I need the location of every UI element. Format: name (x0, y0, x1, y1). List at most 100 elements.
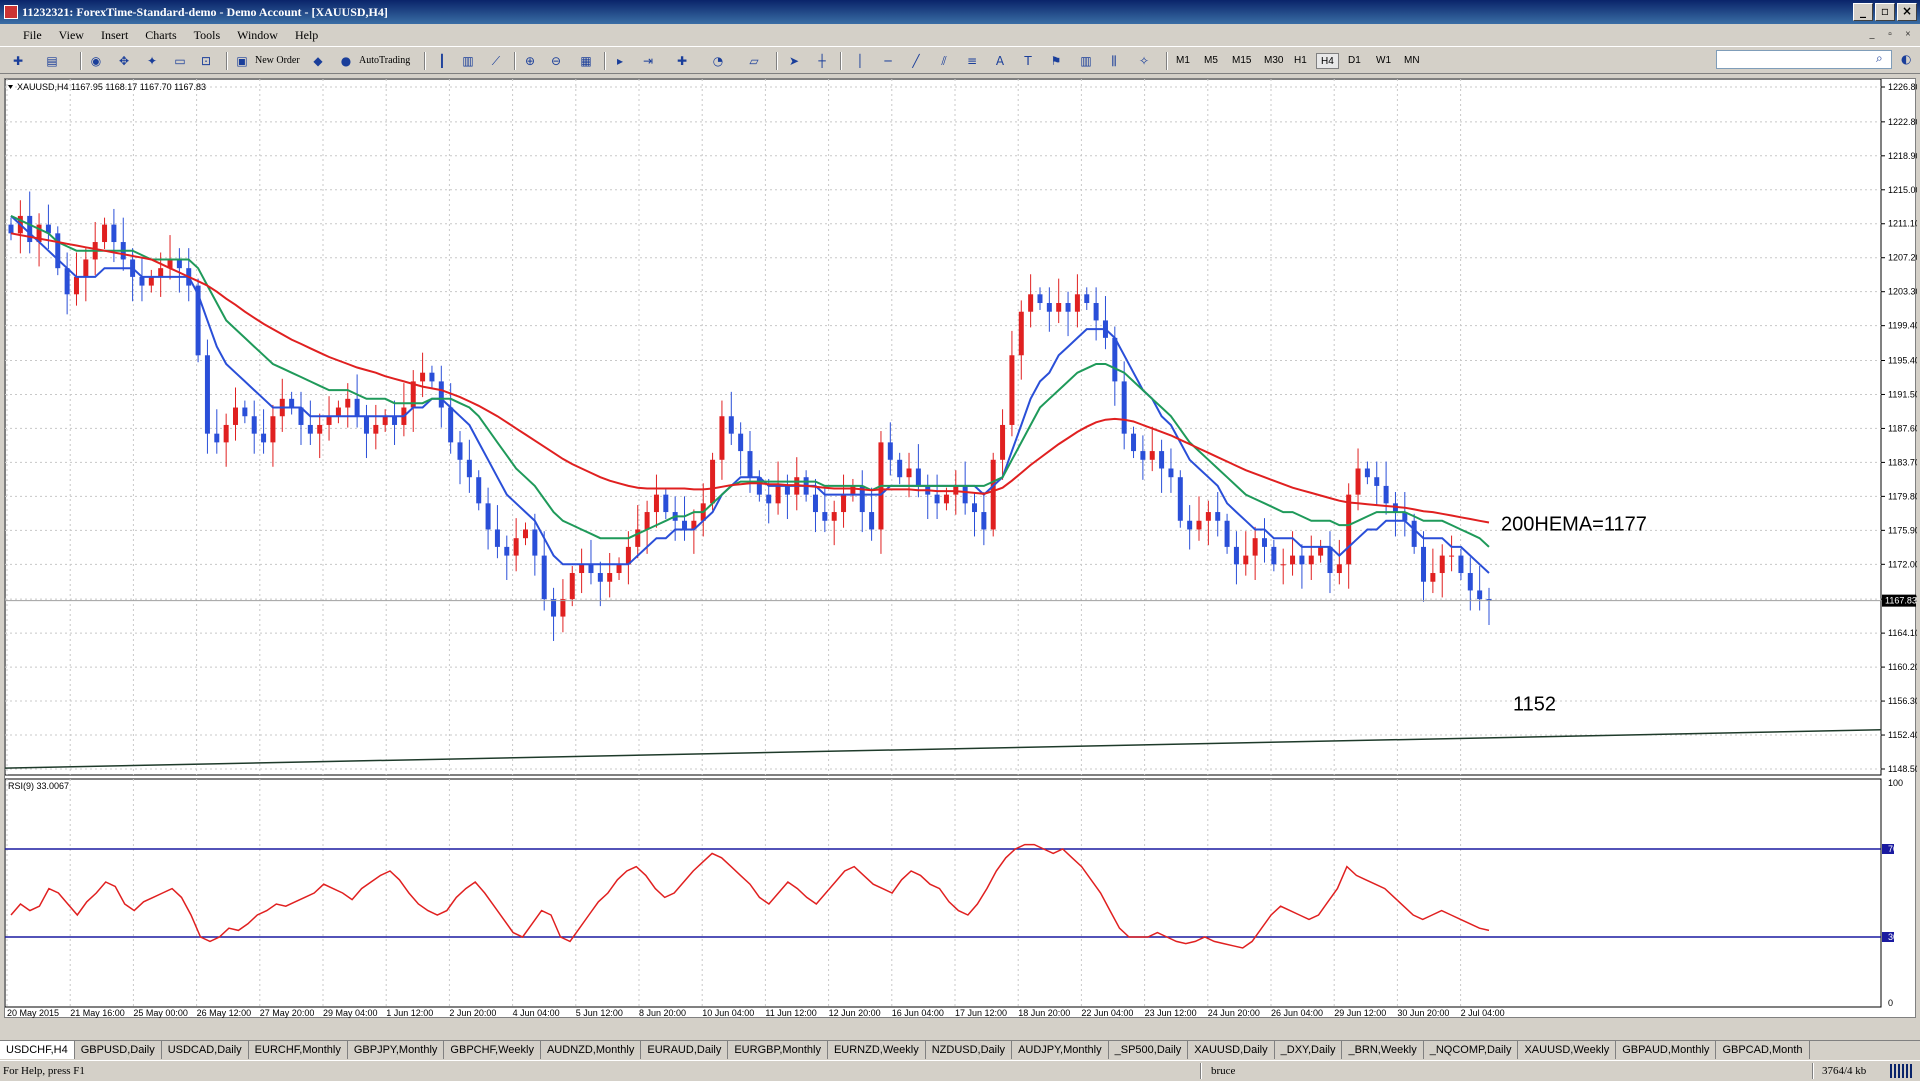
search-input[interactable] (1716, 50, 1892, 69)
market-watch-icon[interactable]: ◉ (88, 53, 104, 69)
chart-tab[interactable]: USDCHF,H4 (0, 1041, 75, 1059)
candle-body (551, 599, 557, 617)
menu-file[interactable]: File (16, 24, 49, 46)
arrows-icon[interactable]: ⚑ (1048, 53, 1064, 69)
timeframe-m1[interactable]: M1 (1172, 53, 1194, 69)
chart-canvas[interactable]: 1226.80 1222.80 1218.90 1215.00 1211.10 1207.… (5, 79, 1917, 1019)
candle-body (504, 546, 510, 556)
child-restore-button[interactable]: ▫ (1882, 27, 1898, 42)
timeframe-m30[interactable]: M30 (1260, 53, 1287, 69)
chart-tab[interactable]: USDCAD,Daily (162, 1041, 249, 1059)
minimize-button[interactable]: _ (1853, 3, 1873, 21)
fibonacci-icon[interactable]: ≡ (964, 53, 980, 69)
candle-body (728, 416, 734, 434)
chart-tab[interactable]: EURNZD,Weekly (828, 1041, 926, 1059)
chart-tab[interactable]: NZDUSD,Daily (926, 1041, 1013, 1059)
timeframe-mn[interactable]: MN (1400, 53, 1424, 69)
zoom-out-icon[interactable]: ⊖ (548, 53, 564, 69)
time-axis-label: 29 Jun 12:00 (1334, 1008, 1386, 1018)
new-chart-icon[interactable]: ✚ (10, 53, 26, 69)
menu-help[interactable]: Help (288, 24, 325, 46)
menu-window[interactable]: Window (230, 24, 285, 46)
chart-tab[interactable]: EURAUD,Daily (641, 1041, 729, 1059)
menu-insert[interactable]: Insert (94, 24, 135, 46)
timeframe-d1[interactable]: D1 (1344, 53, 1365, 69)
maximize-button[interactable]: ▫ (1875, 3, 1895, 21)
chart-tab[interactable]: _DXY,Daily (1275, 1041, 1343, 1059)
metaeditor-icon[interactable]: ◆ (310, 53, 326, 69)
candle-body (1327, 546, 1333, 574)
child-minimize-button[interactable]: _ (1864, 27, 1880, 42)
trendline-icon[interactable]: ╱ (908, 53, 924, 69)
annotation-200hema[interactable]: 200HEMA=1177 (1501, 513, 1647, 535)
candle-body (869, 512, 875, 530)
cursor-icon[interactable]: ➤ (786, 53, 802, 69)
navigator-icon[interactable]: ✥ (116, 53, 132, 69)
strategy-tester-icon[interactable]: ⊡ (198, 53, 214, 69)
timeframe-m15[interactable]: M15 (1228, 53, 1255, 69)
chart-tab[interactable]: _NQCOMP,Daily (1424, 1041, 1519, 1059)
templates-icon[interactable]: ▱ (746, 53, 762, 69)
close-button[interactable]: × (1897, 3, 1917, 21)
crosshair-icon[interactable]: ┼ (814, 53, 830, 69)
chart-tab[interactable]: GBPCAD,Month (1716, 1041, 1810, 1059)
timeframe-h4[interactable]: H4 (1316, 53, 1339, 69)
new-order-icon[interactable]: ▣ (234, 53, 250, 69)
vertical-line-icon[interactable]: │ (852, 53, 868, 69)
timeframe-h1[interactable]: H1 (1290, 53, 1311, 69)
chart-window[interactable]: 1226.80 1222.80 1218.90 1215.00 1211.10 1207.… (4, 78, 1917, 1019)
gann-icon[interactable]: ▥ (1078, 53, 1094, 69)
chart-tab[interactable]: AUDJPY,Monthly (1012, 1041, 1109, 1059)
chart-tab[interactable]: EURGBP,Monthly (728, 1041, 828, 1059)
community-icon[interactable]: ◐ (1901, 52, 1911, 66)
indicators-icon[interactable]: ✚ (674, 53, 690, 69)
menu-view[interactable]: View (52, 24, 91, 46)
price-axis-label: 1218.90 (1888, 151, 1917, 161)
equidistant-channel-icon[interactable]: ⫽ (936, 53, 952, 69)
timeframe-m5[interactable]: M5 (1200, 53, 1222, 69)
text-icon[interactable]: A (992, 53, 1008, 69)
search-icon[interactable]: ⌕ (1876, 51, 1883, 66)
chart-tab[interactable]: GBPCHF,Weekly (444, 1041, 541, 1059)
chart-tab[interactable]: _BRN,Weekly (1342, 1041, 1424, 1059)
menu-tools[interactable]: Tools (187, 24, 228, 46)
line-chart-icon[interactable]: ⟋ (488, 53, 504, 69)
chart-tab[interactable]: GBPAUD,Monthly (1616, 1041, 1717, 1059)
tile-windows-icon[interactable]: ▦ (578, 53, 594, 69)
time-axis-label: 23 Jun 12:00 (1145, 1008, 1197, 1018)
periods-icon[interactable]: ◔ (710, 53, 726, 69)
candlestick-icon[interactable]: ▥ (460, 53, 476, 69)
profiles-icon[interactable]: ▤ (44, 53, 60, 69)
candle-body (270, 416, 276, 443)
candle-body (1037, 294, 1043, 304)
chart-tab[interactable]: _SP500,Daily (1109, 1041, 1189, 1059)
time-axis-label: 30 Jun 20:00 (1397, 1008, 1449, 1018)
horizontal-line-icon[interactable]: ─ (880, 53, 896, 69)
menu-charts[interactable]: Charts (138, 24, 183, 46)
chart-tab[interactable]: AUDNZD,Monthly (541, 1041, 642, 1059)
new-order-button[interactable]: New Order (255, 51, 300, 71)
annotation-1152[interactable]: 1152 (1513, 694, 1556, 716)
data-window-icon[interactable]: ✦ (144, 53, 160, 69)
zoom-in-icon[interactable]: ⊕ (522, 53, 538, 69)
chart-shift-icon[interactable]: ⇥ (640, 53, 656, 69)
shapes-icon[interactable]: ✧ (1136, 53, 1152, 69)
chart-tab[interactable]: GBPJPY,Monthly (348, 1041, 445, 1059)
time-axis-label: 11 Jun 12:00 (765, 1008, 816, 1018)
fibo-fan-icon[interactable]: ⫼ (1106, 53, 1122, 69)
terminal-icon[interactable]: ▭ (172, 53, 188, 69)
text-label-icon[interactable]: T (1020, 53, 1036, 69)
autotrading-button[interactable]: AutoTrading (359, 51, 410, 71)
chart-tab[interactable]: EURCHF,Monthly (249, 1041, 348, 1059)
chart-tab[interactable]: XAUUSD,Weekly (1518, 1041, 1617, 1059)
auto-scroll-icon[interactable]: ▸ (612, 53, 628, 69)
chart-tab[interactable]: GBPUSD,Daily (75, 1041, 162, 1059)
chart-tab[interactable]: XAUUSD,Daily (1188, 1041, 1275, 1059)
main-panel[interactable] (5, 79, 1882, 776)
candle-body (1028, 294, 1034, 312)
bar-chart-icon[interactable]: ┃ (434, 53, 450, 69)
candle-body (1299, 555, 1305, 565)
timeframe-w1[interactable]: W1 (1372, 53, 1395, 69)
autotrading-icon[interactable]: ● (338, 53, 354, 69)
child-close-button[interactable]: × (1900, 27, 1916, 42)
